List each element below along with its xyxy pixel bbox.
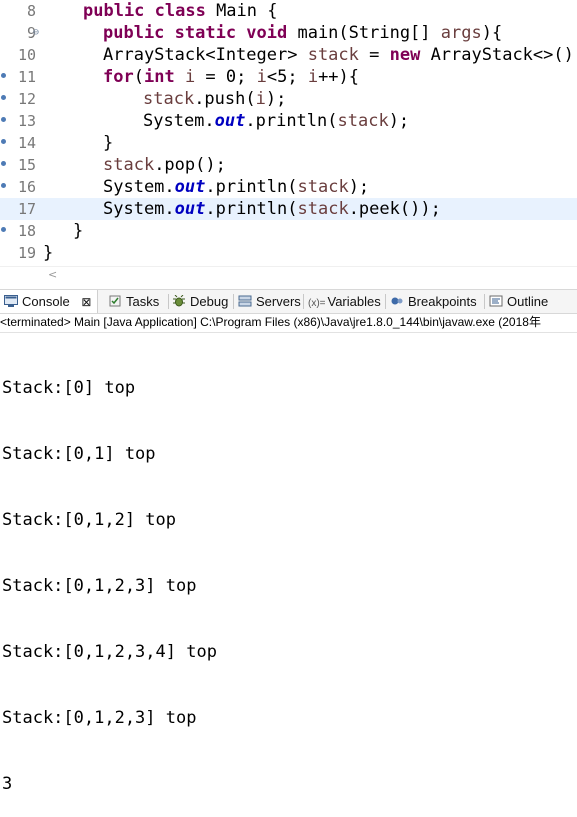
line-number: 19: [17, 244, 36, 262]
console-line: Stack:[0,1,2,3,4] top: [2, 642, 217, 662]
code-line-16[interactable]: 16 System.out.println(stack);: [0, 176, 577, 198]
code-text: }: [73, 221, 84, 241]
console-line: 3: [2, 774, 13, 794]
tab-label: Breakpoints: [408, 294, 477, 309]
code-line-14[interactable]: 14 }: [0, 132, 577, 154]
tab-separator: [233, 294, 234, 309]
horizontal-scrollbar[interactable]: <: [0, 266, 577, 283]
line-number: 8: [26, 2, 36, 20]
line-number: 12: [17, 90, 36, 108]
tab-label: Console: [22, 294, 70, 309]
occurrence-marker-icon[interactable]: [1, 73, 6, 80]
code-line-18[interactable]: 18 }: [0, 220, 577, 242]
line-number: 14: [17, 134, 36, 152]
line-number: 9: [26, 24, 36, 42]
servers-icon: [238, 291, 252, 307]
line-number: 17: [17, 200, 36, 218]
occurrence-marker-icon[interactable]: [1, 95, 6, 102]
line-number: 16: [17, 178, 36, 196]
console-line: Stack:[0,1,2,3] top: [2, 708, 197, 728]
occurrence-marker-icon[interactable]: [1, 227, 6, 234]
code-line-13[interactable]: 13 System.out.println(stack);: [0, 110, 577, 132]
breakpoints-icon: [390, 291, 404, 305]
line-number: 18: [17, 222, 36, 240]
code-text: System.out.println(stack);: [103, 177, 370, 197]
line-number: 11: [17, 68, 36, 86]
code-text: for(int i = 0; i<5; i++){: [103, 67, 360, 87]
console-line: Stack:[0,1,2,3] top: [2, 576, 197, 596]
occurrence-marker-icon[interactable]: [1, 117, 6, 124]
code-text: }: [43, 243, 54, 263]
tab-outline[interactable]: Outline: [489, 290, 548, 313]
code-text: stack.pop();: [103, 155, 226, 175]
console-line: Stack:[0,1] top: [2, 444, 156, 464]
tab-label: Tasks: [126, 294, 160, 309]
tab-separator: [385, 294, 386, 309]
code-line-10[interactable]: 10 ArrayStack<Integer> stack = new Array…: [0, 44, 577, 66]
close-icon[interactable]: ⊠: [81, 295, 91, 309]
code-line-17-current[interactable]: 17 System.out.println(stack.peek());: [0, 198, 577, 220]
console-line: Stack:[0] top: [2, 378, 136, 398]
occurrence-marker-icon[interactable]: [1, 161, 6, 168]
tab-label: Variables: [327, 294, 381, 309]
variables-icon: (x)=: [308, 298, 326, 309]
code-text: System.out.println(stack.peek());: [103, 199, 441, 219]
line-number: 10: [17, 46, 36, 64]
scroll-left-icon[interactable]: <: [48, 267, 57, 283]
code-line-12[interactable]: 12 stack.push(i);: [0, 88, 577, 110]
tab-label: Outline: [507, 294, 549, 309]
code-line-9[interactable]: 9 ⊖ public static void main(String[] arg…: [0, 22, 577, 44]
bug-icon: [172, 291, 186, 307]
code-text: }: [103, 133, 114, 153]
tasks-icon: [108, 291, 122, 307]
console-status-line: <terminated> Main [Java Application] C:\…: [0, 313, 577, 333]
console-icon: [4, 291, 18, 307]
console-line: Stack:[0,1,2] top: [2, 510, 176, 530]
collapse-icon[interactable]: ⊖: [33, 28, 39, 38]
tab-tasks[interactable]: Tasks: [108, 290, 159, 313]
occurrence-marker-icon[interactable]: [1, 139, 6, 146]
view-tab-bar: Console ⊠ Tasks Debug Servers (x)= Variab…: [0, 289, 577, 314]
line-number: 15: [17, 156, 36, 174]
tab-label: Servers: [256, 294, 301, 309]
tab-separator: [168, 294, 169, 309]
tab-label: Debug: [190, 294, 229, 309]
code-text: System.out.println(stack);: [143, 111, 410, 131]
code-line-19[interactable]: 19 }: [0, 242, 577, 264]
code-line-15[interactable]: 15 stack.pop();: [0, 154, 577, 176]
tab-breakpoints[interactable]: Breakpoints: [390, 290, 477, 313]
tab-variables[interactable]: (x)= Variables: [308, 290, 381, 313]
console-output[interactable]: Stack:[0] top Stack:[0,1] top Stack:[0,1…: [0, 333, 577, 794]
tab-console[interactable]: Console ⊠: [0, 290, 98, 313]
outline-icon: [489, 291, 503, 307]
occurrence-marker-icon[interactable]: [1, 183, 6, 190]
code-text: public static void main(String[] args){: [103, 23, 503, 43]
tab-servers[interactable]: Servers: [238, 290, 301, 313]
code-line-8[interactable]: 8 public class Main {: [0, 0, 577, 22]
tab-separator: [303, 294, 304, 309]
code-editor[interactable]: 8 public class Main { 9 ⊖ public static …: [0, 0, 577, 266]
line-number: 13: [17, 112, 36, 130]
code-text: ArrayStack<Integer> stack = new ArraySta…: [103, 45, 577, 65]
tab-debug[interactable]: Debug: [172, 290, 228, 313]
code-text: public class Main {: [83, 1, 278, 21]
code-text: stack.push(i);: [143, 89, 287, 109]
code-line-11[interactable]: 11 for(int i = 0; i<5; i++){: [0, 66, 577, 88]
tab-separator: [484, 294, 485, 309]
